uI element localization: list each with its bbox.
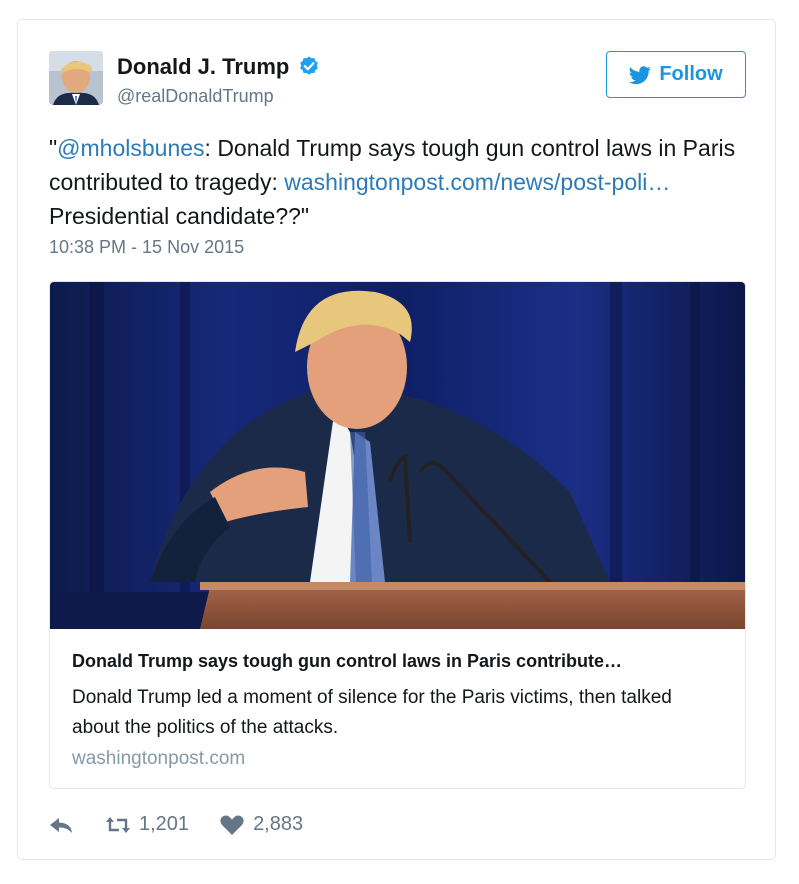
like-button[interactable]: 2,883 — [219, 813, 303, 836]
link-preview-card[interactable]: Donald Trump says tough gun control laws… — [49, 281, 746, 789]
verified-badge-icon — [300, 56, 319, 75]
card-image[interactable] — [50, 282, 746, 629]
retweet-button[interactable]: 1,201 — [105, 813, 189, 836]
card-title[interactable]: Donald Trump says tough gun control laws… — [72, 651, 732, 672]
tweet-text-end: Presidential candidate??" — [49, 203, 310, 229]
username-handle[interactable]: @realDonaldTrump — [117, 86, 274, 107]
reply-icon — [50, 817, 72, 833]
quote-open: " — [49, 135, 58, 161]
reply-button[interactable] — [49, 814, 75, 836]
card-description: Donald Trump led a moment of silence for… — [72, 687, 672, 738]
twitter-bird-icon — [629, 65, 651, 84]
tweet-text: "@mholsbunes: Donald Trump says tough gu… — [49, 131, 739, 233]
mention-link[interactable]: @mholsbunes — [57, 135, 204, 161]
display-name[interactable]: Donald J. Trump — [117, 54, 289, 80]
tweet-actions: 1,201 2,883 — [49, 813, 303, 836]
heart-icon — [220, 814, 244, 835]
follow-label: Follow — [659, 63, 723, 85]
timestamp[interactable]: 10:38 PM - 15 Nov 2015 — [49, 237, 244, 258]
retweet-icon — [106, 816, 130, 833]
avatar[interactable] — [49, 51, 103, 105]
card-domain: washingtonpost.com — [72, 748, 246, 769]
tweet-card: Donald J. Trump @realDonaldTrump Follow … — [17, 19, 776, 860]
follow-button[interactable]: Follow — [606, 51, 746, 98]
retweet-count: 1,201 — [139, 813, 190, 835]
like-count: 2,883 — [253, 813, 304, 835]
article-link[interactable]: washingtonpost.com/news/post-poli… — [284, 169, 670, 195]
